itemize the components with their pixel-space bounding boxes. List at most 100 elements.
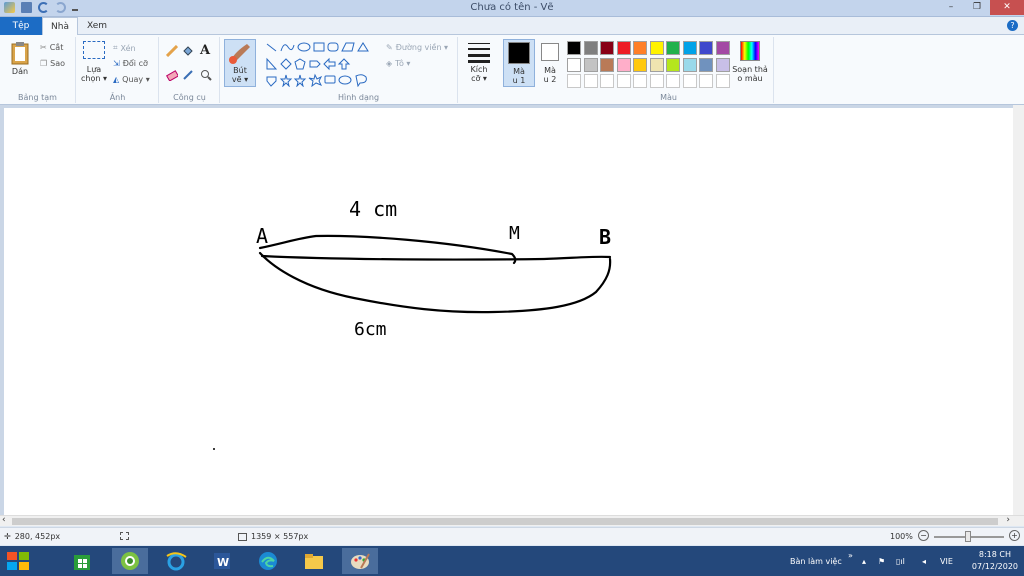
custom-color-slot[interactable] <box>633 74 647 88</box>
zoom-in-button[interactable]: + <box>1009 530 1020 541</box>
start-button[interactable] <box>0 548 36 574</box>
label-a: A <box>256 224 268 248</box>
close-button[interactable]: ✕ <box>990 0 1024 15</box>
custom-color-slot[interactable] <box>666 74 680 88</box>
edge-icon <box>259 552 277 570</box>
custom-color-slot[interactable] <box>699 74 713 88</box>
group-size: Kích cỡ ▾ <box>459 37 499 103</box>
vertical-scrollbar[interactable] <box>1013 105 1024 515</box>
palette-swatch[interactable] <box>715 57 730 72</box>
taskbar-paint[interactable] <box>342 548 378 574</box>
group-colors: Soạn thả o màu Màu <box>564 37 774 103</box>
custom-color-slot[interactable] <box>715 74 730 88</box>
cut-button[interactable]: ✂ Cắt <box>40 43 63 52</box>
folder-icon <box>305 554 323 569</box>
palette-swatch[interactable] <box>649 41 664 55</box>
copy-button[interactable]: ❐ Sao <box>40 59 65 68</box>
palette-swatch[interactable] <box>567 41 581 55</box>
shape-fill-button[interactable]: ◈ Tô ▾ <box>386 59 410 68</box>
taskbar-file-explorer[interactable] <box>296 548 332 574</box>
group-label-image: Ảnh <box>109 93 126 102</box>
shape-outline-label: Đường viền ▾ <box>395 43 449 52</box>
toolbar-expand[interactable]: » <box>848 540 853 570</box>
group-tools: A Công cụ <box>160 37 220 103</box>
custom-color-slot[interactable] <box>567 74 581 88</box>
magnifier-icon[interactable] <box>200 69 212 81</box>
tray-volume[interactable]: ◂ <box>922 546 926 576</box>
color2-button[interactable]: Mà u 2 <box>537 39 563 84</box>
palette-swatch[interactable] <box>682 41 697 55</box>
custom-color-slot[interactable] <box>600 74 614 88</box>
minimize-button[interactable]: – <box>938 0 964 15</box>
taskbar-edge[interactable] <box>250 548 286 574</box>
custom-color-slot[interactable] <box>616 74 631 88</box>
resize-button[interactable]: ⇲ Đổi cỡ <box>113 59 148 68</box>
taskbar-clock[interactable]: 8:18 CH 07/12/2020 <box>972 549 1018 573</box>
tab-view[interactable]: Xem <box>80 17 114 35</box>
horizontal-scroll-thumb[interactable] <box>12 518 998 525</box>
palette-swatch[interactable] <box>567 57 581 72</box>
paste-button[interactable]: Dán <box>6 41 34 76</box>
palette-swatch[interactable] <box>583 57 598 72</box>
scroll-right-icon[interactable]: › <box>1006 515 1010 525</box>
zoom-level-value: 100% <box>890 532 913 541</box>
color-picker-icon[interactable] <box>182 69 194 81</box>
group-brushes: Bút vẽ ▾ <box>221 37 259 103</box>
taskbar-internet-explorer[interactable] <box>158 548 194 574</box>
brushes-label-line1: Bút <box>233 66 247 75</box>
pencil-icon[interactable] <box>166 45 178 57</box>
taskbar-coccoc[interactable] <box>112 548 148 574</box>
maximize-button[interactable]: ❐ <box>964 0 990 15</box>
palette-swatch[interactable] <box>616 57 631 72</box>
crop-button[interactable]: ⌗ Xén <box>113 43 136 53</box>
tab-file[interactable]: Tệp <box>0 17 42 35</box>
palette-swatch[interactable] <box>616 41 631 55</box>
palette-swatch[interactable] <box>699 57 713 72</box>
drawing-strokes: A M B 4 cm 6cm <box>213 197 612 450</box>
size-button[interactable]: Kích cỡ ▾ <box>463 41 495 83</box>
palette-swatch[interactable] <box>649 57 664 72</box>
taskbar-word[interactable]: W <box>204 548 240 574</box>
tray-flag[interactable]: ⚑ <box>878 546 885 576</box>
palette-swatch[interactable] <box>600 57 614 72</box>
palette-swatch[interactable] <box>666 57 680 72</box>
custom-color-slot[interactable] <box>583 74 598 88</box>
text-tool-icon[interactable]: A <box>200 43 210 58</box>
fill-bucket-icon[interactable] <box>182 45 194 57</box>
palette-swatch[interactable] <box>666 41 680 55</box>
scissors-icon: ✂ <box>40 43 47 52</box>
palette-swatch[interactable] <box>715 41 730 55</box>
palette-swatch[interactable] <box>583 41 598 55</box>
tab-home[interactable]: Nhà <box>42 17 78 36</box>
drawing-canvas[interactable]: A M B 4 cm 6cm <box>4 108 1013 515</box>
rotate-button[interactable]: ◭ Quay ▾ <box>113 75 150 84</box>
tray-overflow[interactable]: ▴ <box>862 546 866 576</box>
shapes-gallery[interactable] <box>264 41 382 87</box>
chevron-up-icon: ▴ <box>862 556 867 566</box>
palette-swatch[interactable] <box>682 57 697 72</box>
zoom-out-button[interactable]: − <box>918 530 929 541</box>
brushes-button[interactable]: Bút vẽ ▾ <box>224 39 256 87</box>
tray-network[interactable]: ▯ıl <box>896 546 905 576</box>
custom-color-slot[interactable] <box>649 74 664 88</box>
palette-swatch[interactable] <box>633 41 647 55</box>
palette-swatch[interactable] <box>600 41 614 55</box>
shape-outline-button[interactable]: ✎ Đường viền ▾ <box>386 43 448 52</box>
palette-swatch[interactable] <box>699 41 713 55</box>
desktop-toolbar[interactable]: Bàn làm việc <box>790 546 842 576</box>
input-language[interactable]: VIE <box>940 546 953 576</box>
select-button[interactable]: Lựa chọn ▾ <box>79 41 109 83</box>
horizontal-scrollbar[interactable]: ‹ › <box>0 515 1024 526</box>
zoom-slider-thumb[interactable] <box>965 531 971 542</box>
edit-colors-button[interactable]: Soạn thả o màu <box>730 41 770 83</box>
color1-button[interactable]: Mà u 1 <box>503 39 535 87</box>
custom-color-slot[interactable] <box>682 74 697 88</box>
brushes-label-line2: vẽ ▾ <box>231 75 249 84</box>
scroll-left-icon[interactable]: ‹ <box>2 515 6 525</box>
color2-label-line2: u 2 <box>543 75 557 84</box>
taskbar-store[interactable] <box>64 548 100 574</box>
eraser-icon[interactable] <box>166 69 178 81</box>
help-icon[interactable]: ? <box>1007 20 1018 31</box>
select-label-line1: Lựa <box>86 65 102 74</box>
palette-swatch[interactable] <box>633 57 647 72</box>
